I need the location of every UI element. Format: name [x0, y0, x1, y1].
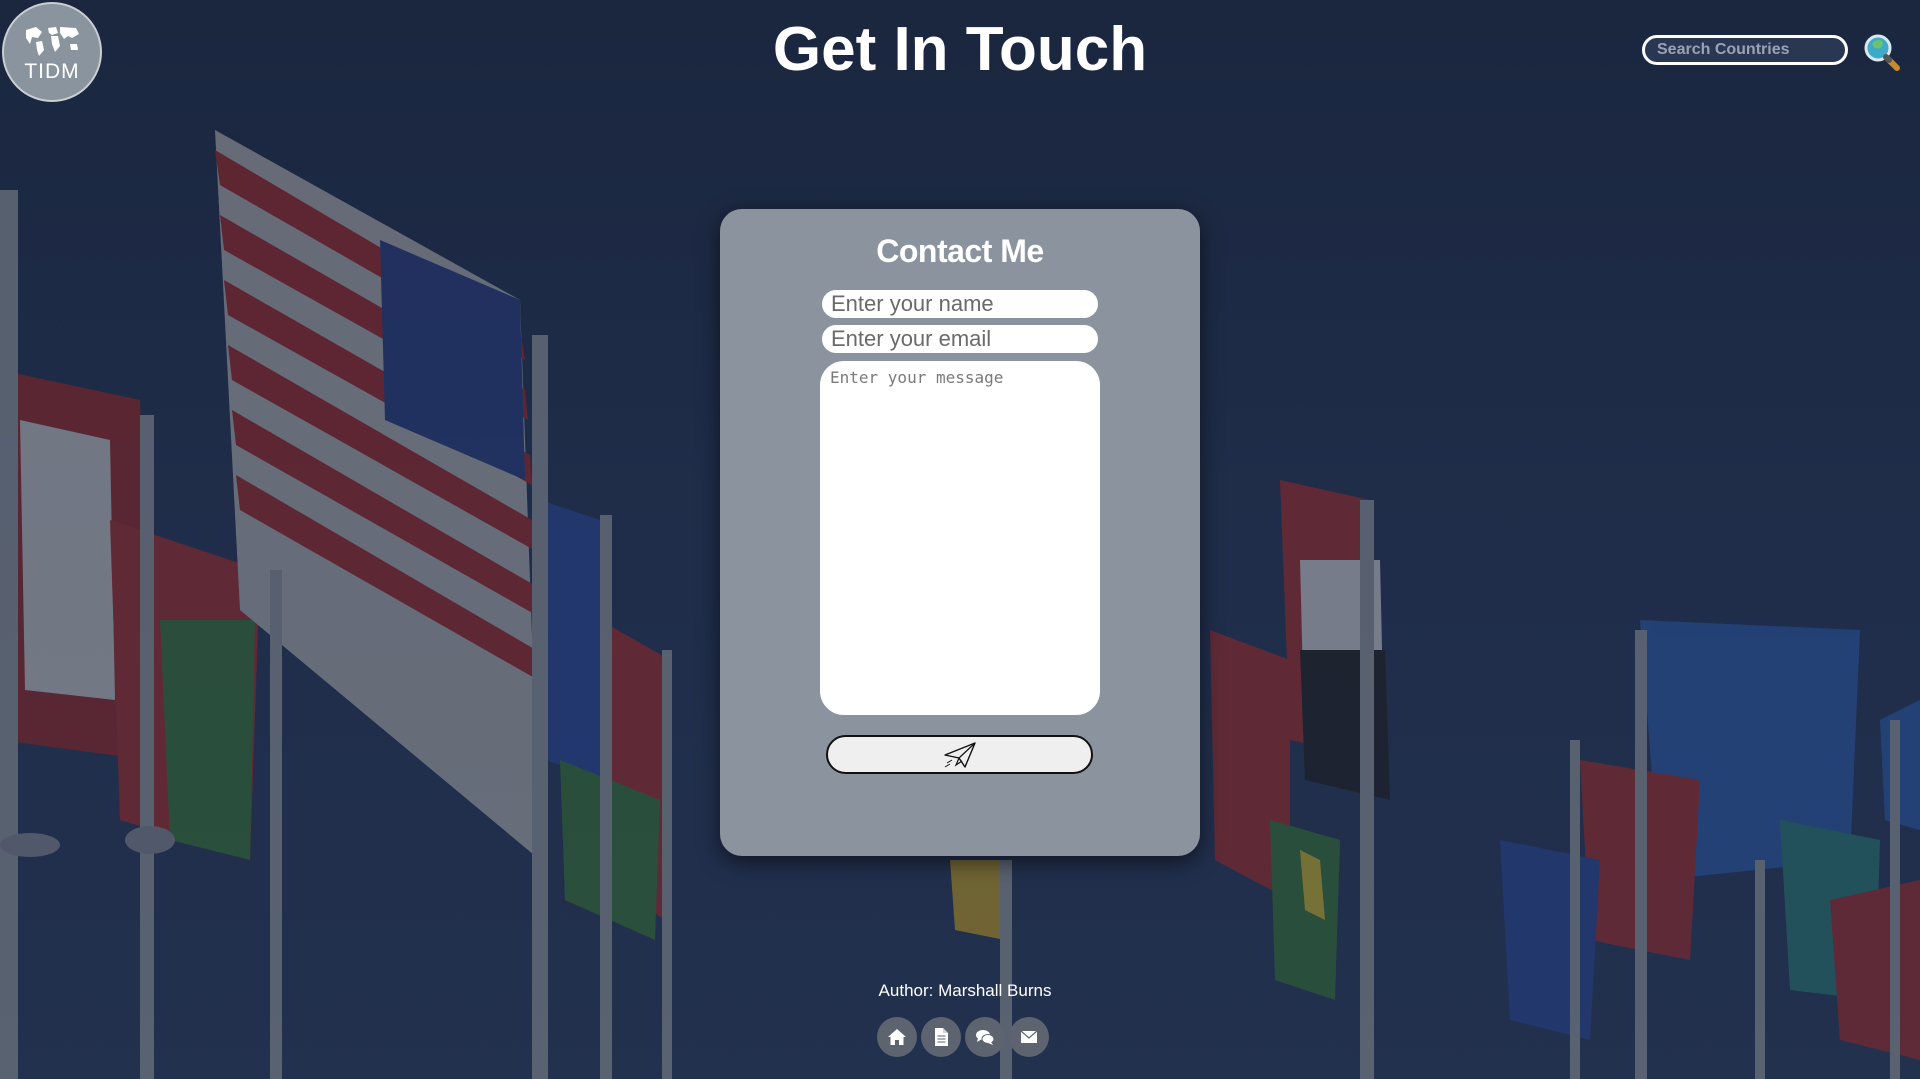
- home-icon: [888, 1029, 906, 1045]
- paper-plane-send-icon: [943, 741, 976, 768]
- page-title: Get In Touch: [772, 15, 1148, 84]
- mail-button[interactable]: [1009, 1017, 1049, 1057]
- search-button[interactable]: [1862, 32, 1902, 72]
- document-icon: [935, 1028, 948, 1046]
- contact-card: Contact Me: [720, 209, 1200, 856]
- chat-button[interactable]: [965, 1017, 1005, 1057]
- home-button[interactable]: [877, 1017, 917, 1057]
- email-input[interactable]: [822, 325, 1098, 353]
- name-input[interactable]: [822, 290, 1098, 318]
- search-input[interactable]: [1642, 35, 1848, 65]
- mail-icon: [1020, 1030, 1038, 1043]
- chat-icon: [976, 1030, 995, 1045]
- magnifier-search-icon: [1864, 34, 1900, 71]
- document-button[interactable]: [921, 1017, 961, 1057]
- contact-title: Contact Me: [876, 233, 1044, 269]
- footer-nav: [877, 1017, 1049, 1057]
- send-button[interactable]: [826, 735, 1093, 774]
- author-credit: Author: Marshall Burns: [878, 981, 1052, 1000]
- message-textarea[interactable]: [820, 361, 1100, 715]
